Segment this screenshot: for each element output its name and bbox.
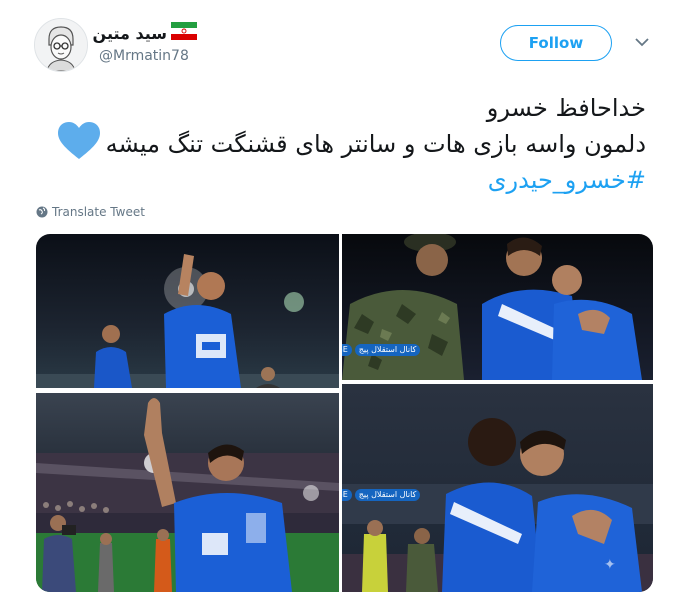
photo[interactable] xyxy=(36,234,339,388)
avatar-illustration xyxy=(35,19,87,71)
user-handle[interactable]: @Mrmatin78 xyxy=(99,48,189,64)
translate-label: Translate Tweet xyxy=(52,205,145,219)
tweet-text-line: خداحافظ خسرو xyxy=(486,94,646,122)
iran-flag-icon xyxy=(171,22,197,40)
translate-tweet-link[interactable]: Translate Tweet xyxy=(36,205,145,219)
blue-heart-icon xyxy=(58,122,100,159)
watermark: ESTEGHLALPAGE کانال استقلال پیج xyxy=(342,488,421,502)
tweet-text-line: دلمون واسه بازی هات و سانتر های قشنگت تن… xyxy=(105,130,646,158)
photo-scene xyxy=(36,254,339,388)
display-name[interactable]: سید متین xyxy=(93,24,167,43)
globe-icon xyxy=(36,206,48,218)
avatar[interactable] xyxy=(34,18,88,72)
photo[interactable]: ✦ ESTEGHLALPAGE کانال استقلال پیج xyxy=(342,384,653,592)
photo-grid: ESTEGHLALPAGE کانال استقلال پیج xyxy=(36,234,653,592)
photo-scene xyxy=(36,398,339,592)
watermark-brand: ESTEGHLALPAGE xyxy=(342,489,352,501)
photo[interactable] xyxy=(36,393,339,592)
follow-button[interactable]: Follow xyxy=(500,25,612,61)
watermark-channel: کانال استقلال پیج xyxy=(354,344,421,356)
watermark-brand: ESTEGHLALPAGE xyxy=(342,344,352,356)
watermark: ESTEGHLALPAGE کانال استقلال پیج xyxy=(342,343,421,357)
photo[interactable]: ESTEGHLALPAGE کانال استقلال پیج xyxy=(342,234,653,380)
photo-scene xyxy=(342,234,642,380)
svg-text:✦: ✦ xyxy=(604,557,616,573)
chevron-down-icon[interactable] xyxy=(633,36,651,48)
watermark-channel: کانال استقلال پیج xyxy=(354,489,421,501)
hashtag-link[interactable]: #خسرو_حیدری xyxy=(488,166,646,194)
